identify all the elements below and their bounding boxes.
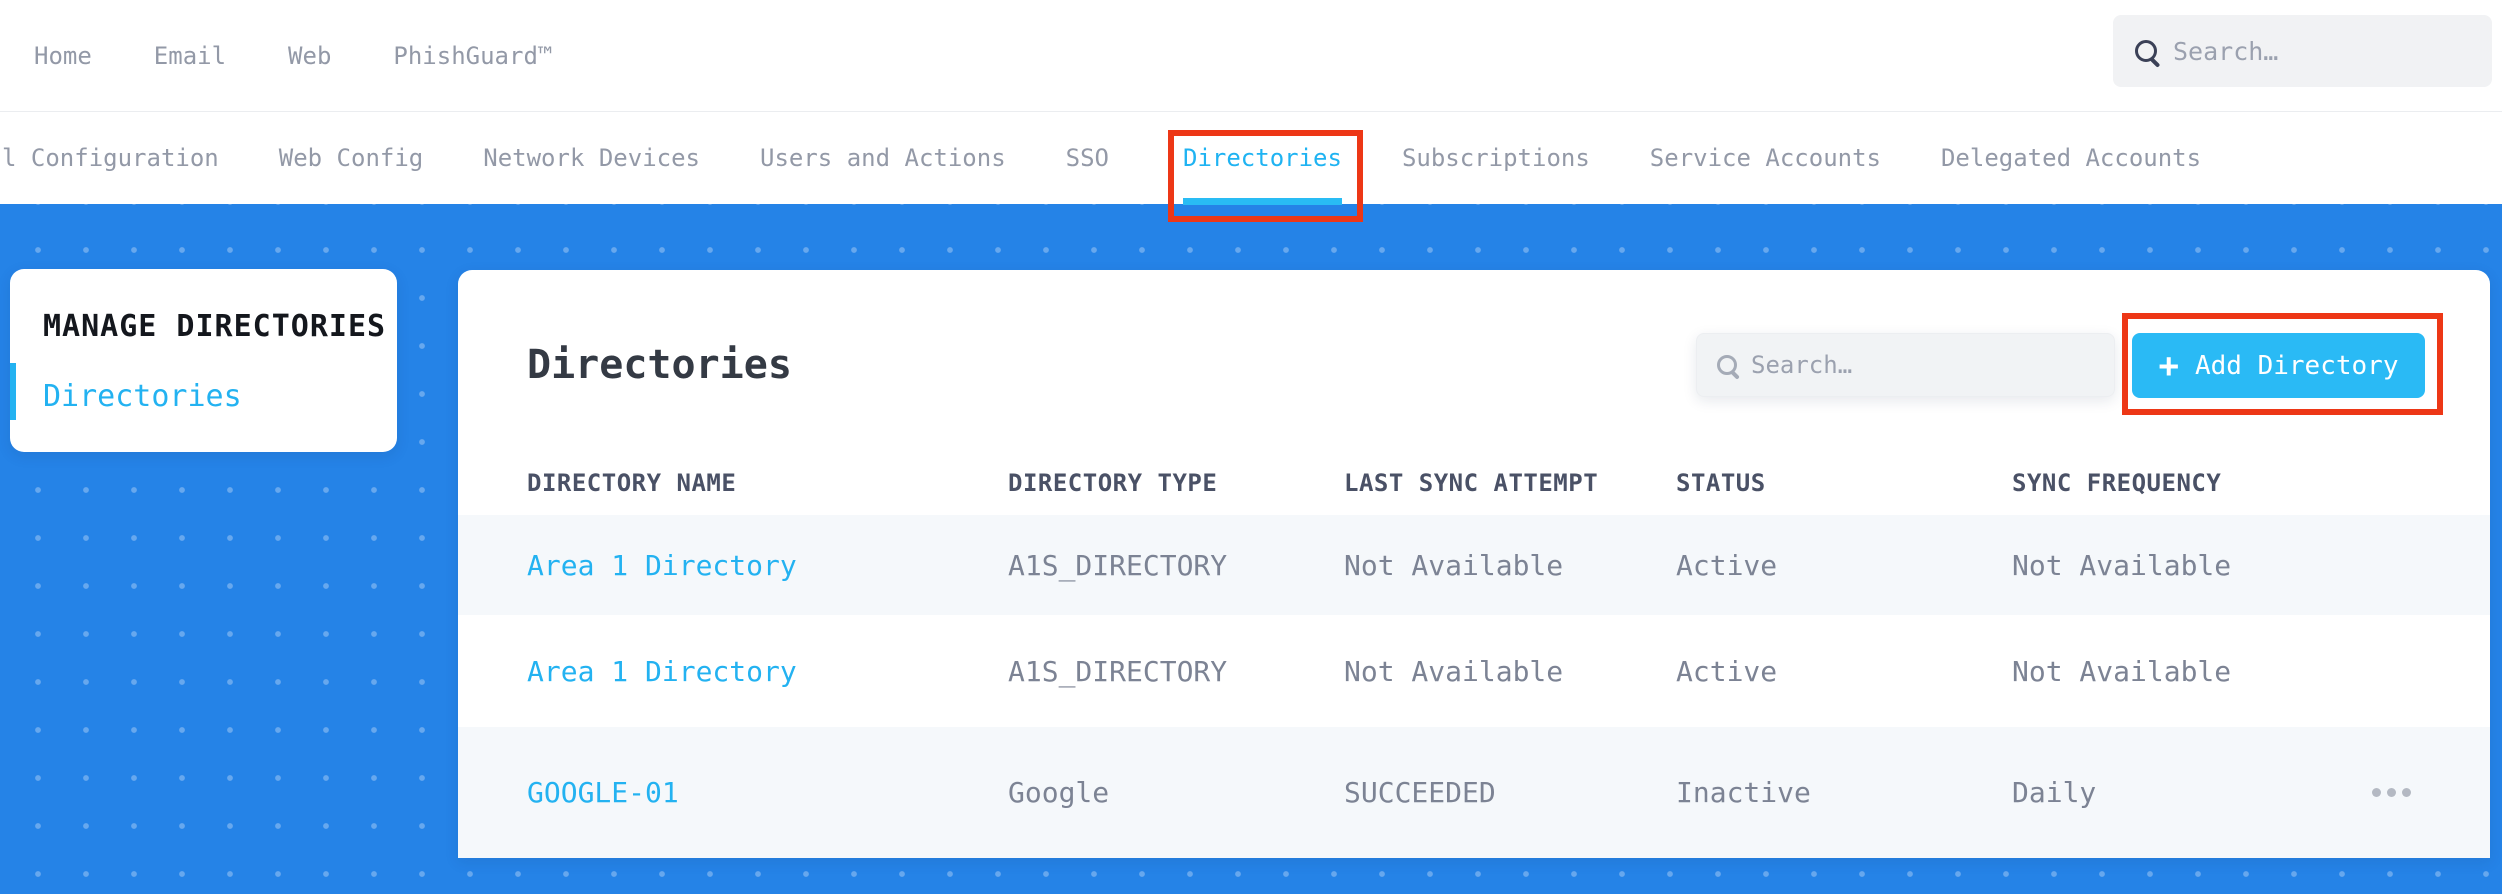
workspace-background: MANAGE DIRECTORIES Directories Directori… xyxy=(0,204,2502,894)
settings-tab-bar: l Configuration Web Config Network Devic… xyxy=(0,112,2502,222)
column-header-directory-type: DIRECTORY TYPE xyxy=(1008,468,1218,497)
screen: Home Email Web PhishGuard™ l Configurati… xyxy=(0,0,2502,894)
table-row: Area 1 Directory A1S_DIRECTORY Not Avail… xyxy=(458,615,2490,727)
sidebar-item-directories[interactable]: Directories xyxy=(43,379,242,414)
add-directory-button[interactable]: + Add Directory xyxy=(2132,333,2425,398)
table-header: DIRECTORY NAME DIRECTORY TYPE LAST SYNC … xyxy=(458,450,2490,515)
sidebar-card-title: MANAGE DIRECTORIES xyxy=(43,309,387,344)
row-menu-icon[interactable] xyxy=(2372,788,2412,797)
top-nav-web[interactable]: Web xyxy=(288,42,331,70)
global-search-input[interactable] xyxy=(2173,36,2492,66)
directories-search xyxy=(1696,333,2115,397)
tab-email-configuration[interactable]: l Configuration xyxy=(2,112,219,204)
tab-service-accounts[interactable]: Service Accounts xyxy=(1650,112,1881,204)
search-icon xyxy=(1717,355,1740,380)
last-sync-cell: Not Available xyxy=(1344,548,1564,582)
directory-name-link[interactable]: Area 1 Directory xyxy=(527,549,1008,582)
sync-frequency-cell: Daily xyxy=(2012,776,2097,809)
table-row: Area 1 Directory A1S_DIRECTORY Not Avail… xyxy=(458,515,2490,615)
top-nav-bar: Home Email Web PhishGuard™ xyxy=(0,0,2502,112)
last-sync-cell: SUCCEEDED xyxy=(1344,776,1496,809)
tab-delegated-accounts[interactable]: Delegated Accounts xyxy=(1941,112,2201,204)
directories-card: Directories + Add Directory DIRECTORY NA… xyxy=(458,270,2490,858)
search-icon xyxy=(2135,40,2161,68)
status-cell: Inactive xyxy=(1676,776,1811,809)
tab-sso[interactable]: SSO xyxy=(1066,112,1109,204)
top-nav-email[interactable]: Email xyxy=(154,42,226,70)
table-row: GOOGLE-01 Google SUCCEEDED Inactive Dail… xyxy=(458,727,2490,858)
column-header-last-sync-attempt: LAST SYNC ATTEMPT xyxy=(1344,468,1599,497)
last-sync-cell: Not Available xyxy=(1344,654,1564,688)
directory-name-link[interactable]: Area 1 Directory xyxy=(527,655,1008,688)
tab-network-devices[interactable]: Network Devices xyxy=(483,112,700,204)
column-header-sync-frequency: SYNC FREQUENCY xyxy=(2012,468,2222,497)
status-cell: Active xyxy=(1676,548,1778,582)
top-nav-phishguard[interactable]: PhishGuard™ xyxy=(393,42,552,70)
active-item-indicator xyxy=(10,363,16,420)
tab-users-and-actions[interactable]: Users and Actions xyxy=(760,112,1006,204)
page-title: Directories xyxy=(527,342,792,388)
directory-type-cell: A1S_DIRECTORY xyxy=(1008,548,1228,582)
global-search xyxy=(2113,15,2492,87)
sync-frequency-cell: Not Available xyxy=(2012,654,2232,688)
status-cell: Active xyxy=(1676,654,1778,688)
plus-icon: + xyxy=(2158,345,2179,386)
tab-web-config[interactable]: Web Config xyxy=(279,112,424,204)
directory-type-cell: A1S_DIRECTORY xyxy=(1008,654,1228,688)
column-header-status: STATUS xyxy=(1676,468,1766,497)
directories-search-input[interactable] xyxy=(1751,351,2114,379)
directory-name-link[interactable]: GOOGLE-01 xyxy=(527,776,1008,809)
top-nav-home[interactable]: Home xyxy=(34,42,92,70)
column-header-directory-name: DIRECTORY NAME xyxy=(527,468,737,497)
table-body: Area 1 Directory A1S_DIRECTORY Not Avail… xyxy=(458,515,2490,858)
tab-directories-label: Directories xyxy=(1183,144,1342,172)
top-nav: Home Email Web PhishGuard™ xyxy=(0,42,552,70)
tab-subscriptions[interactable]: Subscriptions xyxy=(1402,112,1590,204)
tab-directories[interactable]: Directories xyxy=(1168,112,1363,222)
sync-frequency-cell: Not Available xyxy=(2012,548,2232,582)
manage-directories-card: MANAGE DIRECTORIES Directories xyxy=(10,269,397,452)
add-directory-label: Add Directory xyxy=(2194,350,2399,381)
directory-type-cell: Google xyxy=(1008,776,1110,809)
